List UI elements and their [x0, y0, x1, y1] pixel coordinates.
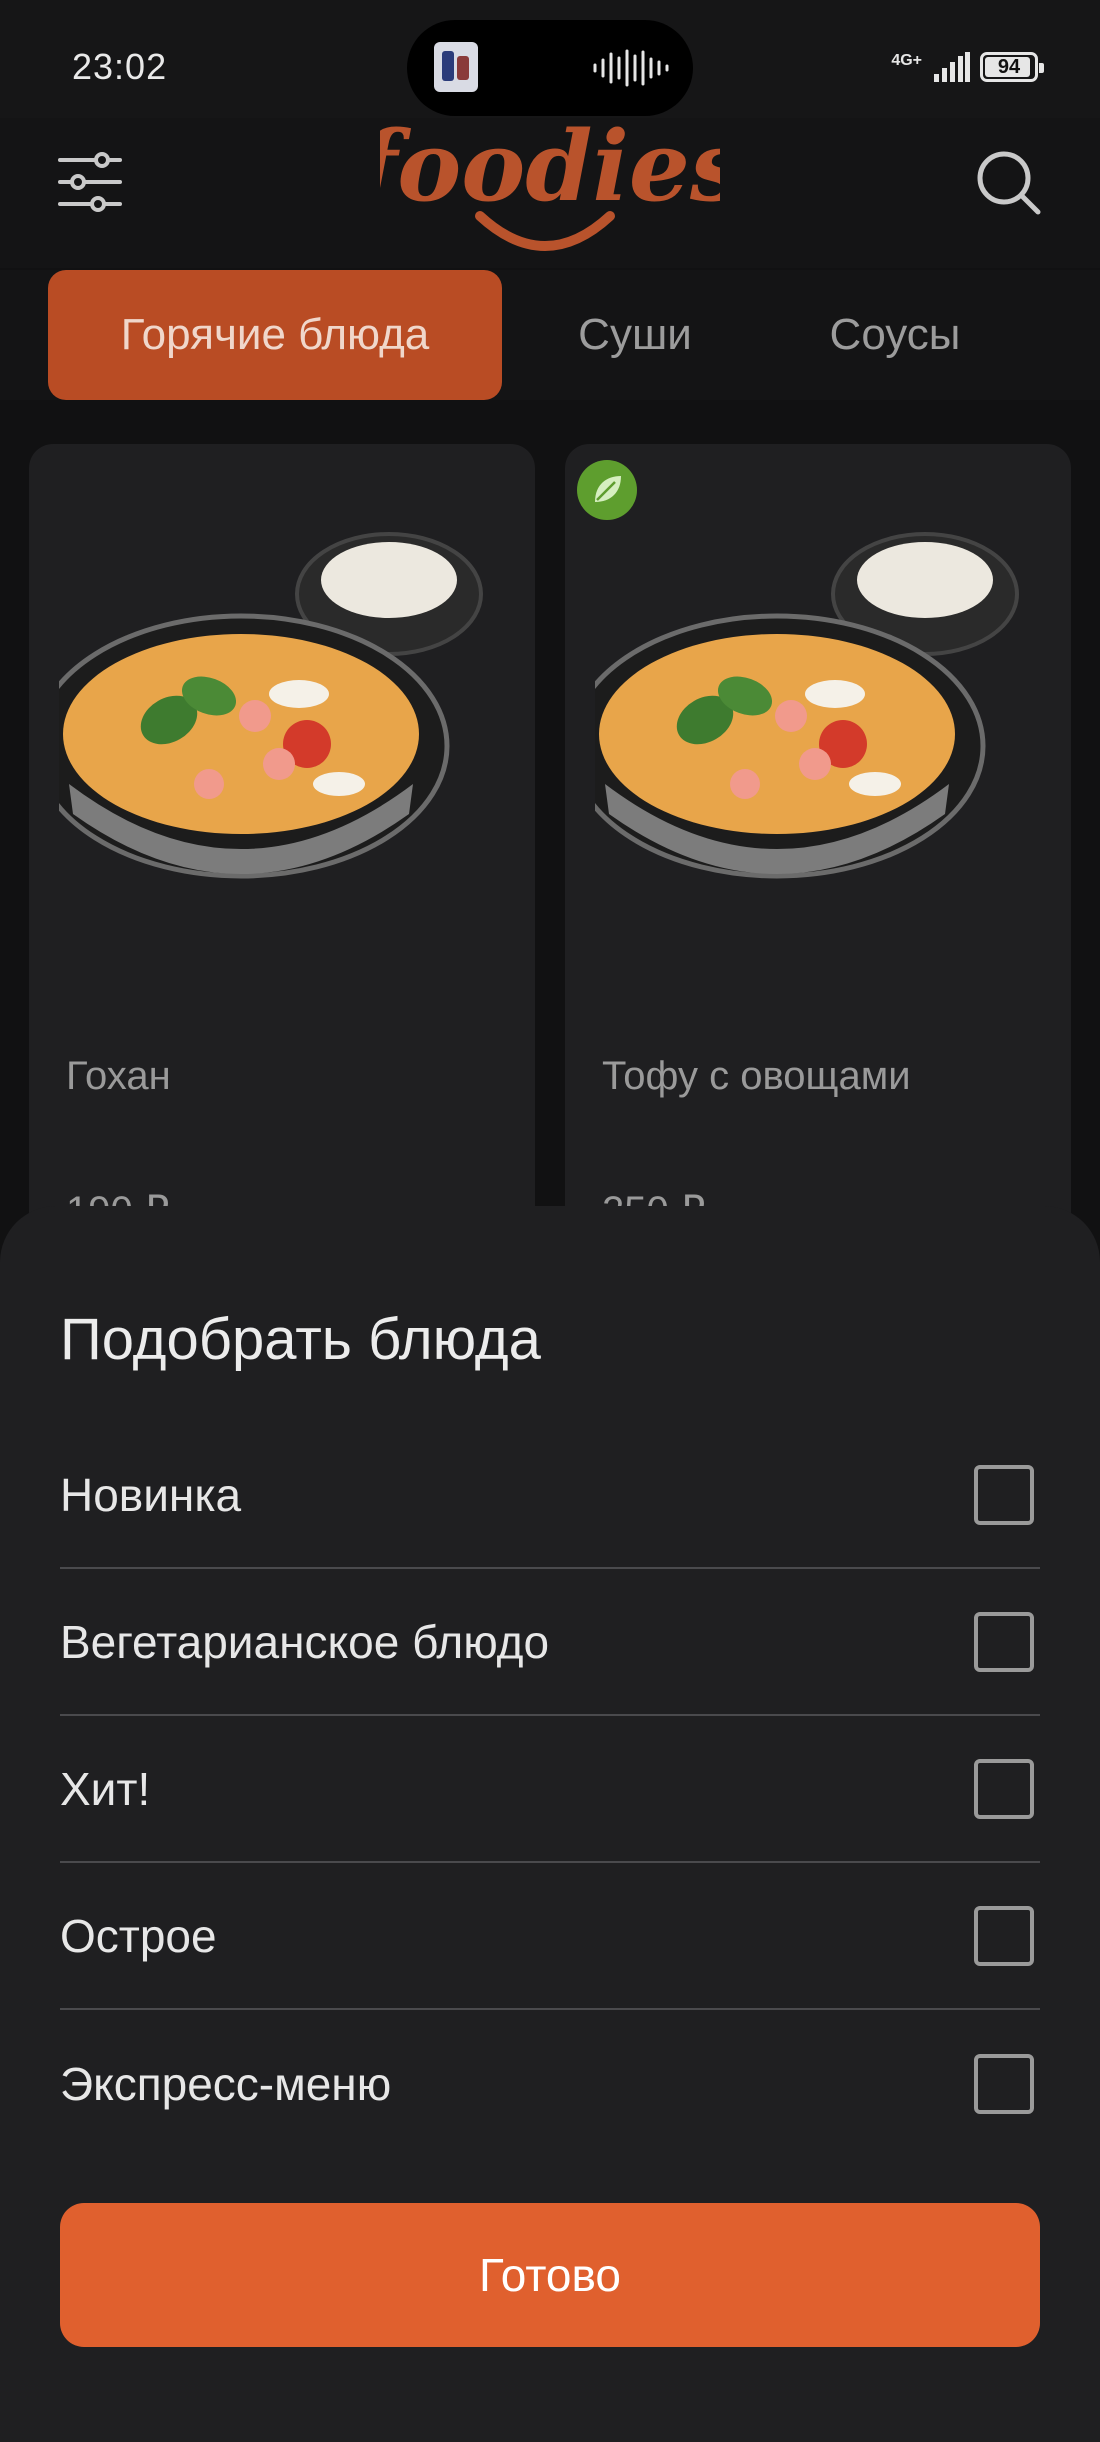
product-image: [595, 532, 1019, 879]
checkbox[interactable]: [974, 2053, 1034, 2114]
filter-bottom-sheet: Подобрать блюда Новинка Вегетарианское б…: [0, 1206, 1100, 2442]
filter-option-hit[interactable]: Хит!: [60, 1716, 1040, 1863]
status-time: 23:02: [72, 46, 168, 87]
audio-wave-icon: [593, 49, 669, 87]
product-card[interactable]: Гохан 190 ₽: [29, 444, 535, 1304]
option-label: Хит!: [60, 1762, 151, 1815]
product-image: [59, 532, 483, 879]
status-bar: 23:02 4G+ 94: [0, 0, 1100, 118]
system-indicators: 4G+ 94: [891, 50, 1044, 84]
foodies-logo: foodies: [380, 110, 720, 251]
option-label: Вегетарианское блюдо: [60, 1615, 550, 1668]
tab-hot-dishes[interactable]: Горячие блюда: [48, 270, 502, 400]
battery-percent: 94: [997, 55, 1021, 78]
tab-sushi[interactable]: Суши: [540, 270, 730, 400]
checkbox[interactable]: [974, 1758, 1034, 1819]
filter-option-spicy[interactable]: Острое: [60, 1863, 1040, 2010]
app-screen: 23:02 4G+ 94 oodie Горячие блюда Суши Со…: [0, 0, 1100, 2442]
filter-option-new[interactable]: Новинка: [60, 1422, 1040, 1569]
done-button[interactable]: Готово: [60, 2203, 1040, 2347]
logo-text: foodies: [380, 110, 720, 223]
checkbox[interactable]: [974, 1464, 1034, 1525]
leaf-icon: [595, 476, 621, 502]
sheet-title: Подобрать блюда: [60, 1307, 541, 1372]
dynamic-island[interactable]: [407, 20, 693, 116]
tab-sauces[interactable]: Соусы: [790, 270, 1000, 400]
search-icon[interactable]: [974, 148, 1042, 216]
option-label: Экспресс-меню: [60, 2057, 392, 2110]
network-type: 4G+: [891, 52, 922, 69]
product-name: Гохан: [66, 1054, 171, 1098]
product-card[interactable]: Тофу с овощами 250 ₽: [565, 444, 1071, 1304]
vegetarian-badge: [577, 460, 637, 520]
product-name: Тофу с овощами: [602, 1054, 911, 1098]
option-label: Новинка: [60, 1468, 242, 1521]
filter-option-express-menu[interactable]: Экспресс-меню: [60, 2010, 1040, 2157]
checkbox[interactable]: [974, 1905, 1034, 1966]
option-label: Острое: [60, 1909, 217, 1962]
filter-icon[interactable]: [58, 150, 122, 214]
media-thumbnail: [434, 42, 478, 92]
battery-icon: 94: [980, 52, 1044, 82]
signal-icon: [934, 52, 970, 82]
filter-option-vegetarian[interactable]: Вегетарианское блюдо: [60, 1569, 1040, 1716]
checkbox[interactable]: [974, 1611, 1034, 1672]
